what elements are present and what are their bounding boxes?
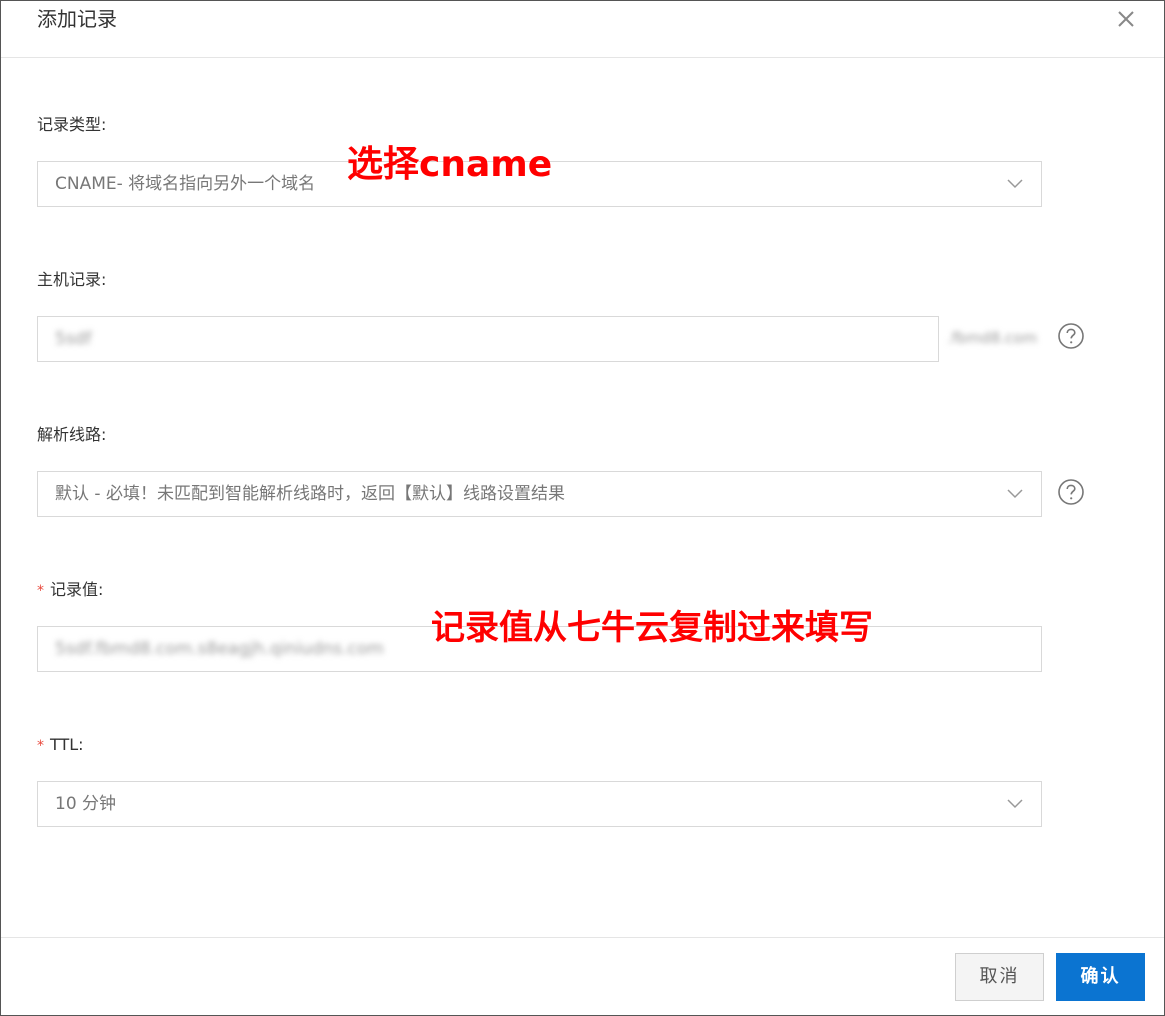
dialog-header: 添加记录: [1, 1, 1164, 58]
ttl-select[interactable]: 10 分钟: [37, 781, 1042, 827]
host-record-value: 5sdf: [55, 329, 92, 349]
ttl-label: * TTL:: [37, 735, 84, 754]
record-type-label: 记录类型:: [37, 115, 107, 134]
add-record-dialog: 添加记录 记录类型: CNAME- 将域名指向另外一个域名 选择cname 主机…: [0, 0, 1165, 1016]
resolution-line-help-icon[interactable]: [1057, 478, 1085, 506]
record-type-value: CNAME- 将域名指向另外一个域名: [55, 174, 316, 194]
record-value-label: * 记录值:: [37, 580, 104, 599]
ttl-value: 10 分钟: [55, 794, 117, 814]
resolution-line-label: 解析线路:: [37, 425, 107, 444]
cancel-button[interactable]: 取消: [955, 953, 1044, 1001]
domain-suffix: .fbmd8.com: [947, 329, 1038, 347]
host-record-label: 主机记录:: [37, 270, 107, 289]
required-marker: *: [37, 738, 44, 754]
question-circle-icon: [1058, 323, 1084, 349]
confirm-button[interactable]: 确认: [1056, 953, 1145, 1001]
chevron-down-icon: [1007, 799, 1023, 809]
required-marker: *: [37, 583, 44, 599]
dialog-title: 添加记录: [37, 7, 117, 31]
resolution-line-value: 默认 - 必填！未匹配到智能解析线路时，返回【默认】线路设置结果: [55, 484, 565, 504]
close-button[interactable]: [1114, 7, 1138, 31]
chevron-down-icon: [1007, 489, 1023, 499]
question-circle-icon: [1058, 479, 1084, 505]
annotation-select-cname: 选择cname: [347, 144, 553, 185]
annotation-copy-from-qiniu: 记录值从七牛云复制过来填写: [431, 608, 873, 648]
record-value-value: 5sdf.fbmd8.com.s8eagjh.qiniudns.com: [55, 639, 384, 659]
host-record-input[interactable]: 5sdf: [37, 316, 939, 362]
chevron-down-icon: [1007, 179, 1023, 189]
dialog-footer: 取消 确认: [1, 937, 1164, 1016]
host-record-help-icon[interactable]: [1057, 322, 1085, 350]
close-icon: [1118, 11, 1134, 27]
resolution-line-select[interactable]: 默认 - 必填！未匹配到智能解析线路时，返回【默认】线路设置结果: [37, 471, 1042, 517]
